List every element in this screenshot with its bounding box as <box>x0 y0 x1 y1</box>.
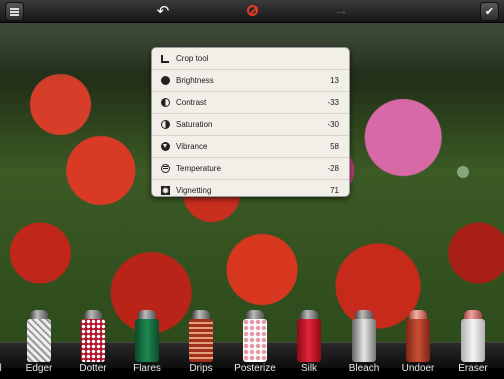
tool-label: Silk <box>300 363 318 374</box>
panel-row-value: -33 <box>327 98 339 107</box>
panel-row-label: Contrast <box>176 98 207 107</box>
panel-row-crop-tool[interactable]: Crop tool <box>152 48 349 70</box>
tool-edger[interactable]: Edger <box>12 308 66 379</box>
temperature-icon <box>160 164 170 173</box>
panel-row-label: Vibrance <box>176 142 208 151</box>
panel-row-contrast[interactable]: Contrast -33 <box>152 92 349 114</box>
top-toolbar: ↶ → ✔ <box>0 0 504 23</box>
eraser-pen-icon <box>461 310 485 362</box>
undoer-pen-icon <box>406 310 430 362</box>
tool-label: Drips <box>189 363 213 374</box>
check-icon[interactable]: ✔ <box>480 2 499 21</box>
posterize-pen-icon <box>243 310 267 362</box>
brush-toolbar: Edger Dotter Flares Drips Posterize Silk… <box>0 308 504 379</box>
tool-dotter[interactable]: Dotter <box>66 308 120 379</box>
redo-arrow-icon[interactable]: → <box>330 2 352 19</box>
contrast-icon <box>160 98 170 107</box>
undo-arrow-icon[interactable]: ↶ <box>152 2 174 20</box>
panel-row-temperature[interactable]: Temperature -28 <box>152 158 349 180</box>
adjustments-panel: Crop tool Brightness 13 Contrast -33 Sat… <box>151 47 350 197</box>
panel-row-label: Saturation <box>176 120 213 129</box>
crop-icon <box>161 54 169 63</box>
panel-row-value: -28 <box>327 164 339 173</box>
panel-row-value: 71 <box>330 186 339 195</box>
panel-row-label: Crop tool <box>176 54 209 63</box>
no-filter-icon[interactable] <box>243 2 261 19</box>
vibrance-icon <box>160 142 170 151</box>
saturation-icon <box>160 120 170 129</box>
menu-icon[interactable] <box>5 2 24 21</box>
tool-flares[interactable]: Flares <box>120 308 174 379</box>
tool-drips[interactable]: Drips <box>174 308 228 379</box>
panel-row-vibrance[interactable]: Vibrance 58 <box>152 136 349 158</box>
scroll-indicator[interactable] <box>457 166 469 178</box>
panel-row-vignetting[interactable]: Vignetting 71 <box>152 180 349 196</box>
flares-pen-icon <box>135 310 159 362</box>
panel-row-label: Brightness <box>176 76 214 85</box>
panel-row-label: Vignetting <box>176 186 212 195</box>
panel-row-value: -30 <box>327 120 339 129</box>
panel-row-brightness[interactable]: Brightness 13 <box>152 70 349 92</box>
dotter-pen-icon <box>81 310 105 362</box>
tool-label: Bleach <box>348 363 380 374</box>
panel-row-label: Temperature <box>176 164 221 173</box>
drips-pen-icon <box>189 310 213 362</box>
panel-row-value: 13 <box>330 76 339 85</box>
tool-label: Eraser <box>458 363 488 374</box>
tool-posterize[interactable]: Posterize <box>228 308 282 379</box>
tool-label: Posterize <box>234 363 276 374</box>
edger-pen-icon <box>27 310 51 362</box>
vignetting-icon <box>160 186 170 195</box>
brightness-icon <box>160 76 170 85</box>
panel-row-saturation[interactable]: Saturation -30 <box>152 114 349 136</box>
panel-row-value: 58 <box>330 142 339 151</box>
tool-label: Undoer <box>401 363 435 374</box>
bleach-pen-icon <box>352 310 376 362</box>
tool-silk[interactable]: Silk <box>282 308 336 379</box>
tool-label-partial: al <box>0 363 2 374</box>
tool-undoer[interactable]: Undoer <box>391 308 445 379</box>
tool-bleach[interactable]: Bleach <box>337 308 391 379</box>
tool-label: Edger <box>25 363 53 374</box>
tool-label: Dotter <box>79 363 107 374</box>
tool-label: Flares <box>133 363 161 374</box>
tool-eraser[interactable]: Eraser <box>446 308 500 379</box>
silk-pen-icon <box>297 310 321 362</box>
